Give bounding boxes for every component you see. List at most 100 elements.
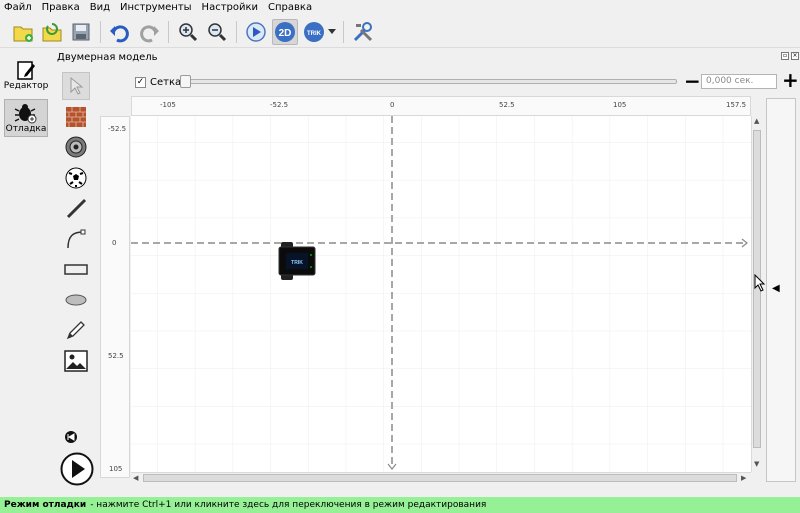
- pencil-icon: [66, 321, 85, 340]
- horizontal-scroll-thumb[interactable]: [143, 474, 737, 482]
- trik-robot[interactable]: TRIK: [278, 242, 316, 280]
- cursor-icon: [70, 76, 84, 95]
- robot-label: TRIK: [291, 260, 303, 266]
- ball-skittle-icon: [65, 136, 87, 158]
- new-project-button[interactable]: [10, 19, 36, 45]
- pencil-tool[interactable]: [62, 316, 90, 344]
- wall-tool[interactable]: [62, 103, 90, 131]
- horizontal-scrollbar[interactable]: ◀ ▶: [131, 472, 751, 483]
- grid-checkbox[interactable]: ✓: [135, 76, 146, 88]
- speed-slider-handle[interactable]: [180, 75, 191, 88]
- open-button[interactable]: [39, 19, 65, 45]
- panel-controls: ▫ ×: [781, 52, 799, 60]
- ruler-tick: 0: [112, 239, 117, 247]
- save-button[interactable]: [68, 19, 94, 45]
- reset-button[interactable]: [65, 431, 77, 446]
- element-palette: [62, 72, 94, 372]
- debug-mode-button[interactable]: Отладка: [4, 99, 48, 137]
- ruler-tick: -52.5: [270, 101, 289, 109]
- grid-toggle[interactable]: ✓ Сетка: [135, 74, 181, 90]
- toolbar-separator: [100, 20, 101, 43]
- play-button[interactable]: [60, 452, 94, 489]
- save-icon: [72, 23, 90, 40]
- zoom-in-canvas-button[interactable]: +: [782, 70, 799, 90]
- ruler-tick: -52.5: [108, 125, 127, 133]
- mode-dock: Редактор Отладка: [2, 55, 50, 495]
- scroll-right-icon[interactable]: ▶: [741, 474, 746, 482]
- float-panel-button[interactable]: ▫: [781, 52, 789, 60]
- scroll-up-icon[interactable]: ▲: [754, 117, 759, 125]
- curve-icon: [67, 229, 86, 248]
- rectangle-tool[interactable]: [62, 255, 90, 283]
- playback-controls: [60, 428, 96, 488]
- rewind-icon: [65, 431, 77, 443]
- new-project-icon: [13, 26, 33, 42]
- ruler-tick: 52.5: [108, 352, 124, 360]
- curve-tool[interactable]: [62, 225, 90, 253]
- ruler-tick: 105: [613, 101, 627, 109]
- menu-edit[interactable]: Правка: [42, 1, 80, 15]
- scene-canvas[interactable]: TRIK: [131, 116, 751, 472]
- zoom-out-canvas-button[interactable]: −: [684, 71, 701, 91]
- toolbar-separator: [236, 20, 237, 43]
- robot-dropdown-button[interactable]: [327, 19, 337, 45]
- mouse-cursor-icon: [754, 274, 766, 292]
- status-hint: - нажмите Ctrl+1 или кликните здесь для …: [90, 500, 487, 510]
- scroll-left-icon[interactable]: ◀: [133, 474, 138, 482]
- undo-button[interactable]: [107, 19, 133, 45]
- expand-panel-arrow-icon[interactable]: ◀: [772, 283, 780, 294]
- line-icon: [66, 198, 87, 219]
- trik-robot-button[interactable]: TRIK: [301, 19, 327, 45]
- toolbar-separator: [343, 20, 344, 43]
- ball-tool[interactable]: [62, 164, 90, 192]
- redo-icon: [140, 24, 159, 42]
- bug-icon: [14, 104, 37, 124]
- debug-mode-label: Отладка: [5, 124, 47, 134]
- menu-tools[interactable]: Инструменты: [120, 1, 192, 15]
- zoom-in-button[interactable]: [175, 19, 201, 45]
- menu-settings[interactable]: Настройки: [202, 1, 258, 15]
- skittle-tool[interactable]: [62, 133, 90, 161]
- tools-button[interactable]: [350, 19, 376, 45]
- wall-icon: [66, 106, 86, 127]
- menu-file[interactable]: Файл: [4, 1, 32, 15]
- zoom-in-icon: [179, 22, 198, 41]
- mode-2d-button[interactable]: 2D: [272, 18, 298, 45]
- image-tool[interactable]: [62, 347, 90, 375]
- ruler-tick: 0: [390, 101, 395, 109]
- run-button[interactable]: [243, 19, 269, 45]
- editor-mode-label: Редактор: [3, 81, 49, 91]
- scroll-down-icon[interactable]: ▼: [754, 460, 759, 468]
- menu-view[interactable]: Вид: [90, 1, 110, 15]
- undo-icon: [110, 24, 129, 42]
- mode-2d-text: 2D: [279, 28, 292, 39]
- play-icon: [60, 452, 94, 486]
- redo-button[interactable]: [136, 19, 162, 45]
- speed-slider-track[interactable]: [182, 79, 677, 84]
- grid-label: Сетка: [150, 76, 182, 88]
- editor-mode-button[interactable]: Редактор: [4, 57, 48, 95]
- close-panel-button[interactable]: ×: [791, 52, 799, 60]
- cursor-tool[interactable]: [62, 72, 90, 100]
- vertical-scrollbar[interactable]: ▲ ▼: [751, 116, 762, 472]
- ruler-tick: 105: [109, 465, 123, 473]
- panel-title: Двумерная модель: [57, 52, 158, 63]
- run-icon: [246, 21, 266, 42]
- left-ruler: -52.5 0 52.5 105: [100, 116, 130, 478]
- trik-icon-text: TRIK: [307, 31, 322, 37]
- zoom-out-button[interactable]: [204, 19, 230, 45]
- menu-bar: Файл Правка Вид Инструменты Настройки Сп…: [0, 0, 800, 16]
- status-bar[interactable]: Режим отладки - нажмите Ctrl+1 или кликн…: [0, 497, 800, 513]
- ellipse-tool[interactable]: [62, 286, 90, 314]
- line-tool[interactable]: [62, 194, 90, 222]
- status-mode: Режим отладки: [4, 500, 87, 510]
- menu-help[interactable]: Справка: [268, 1, 312, 15]
- ruler-tick: 52.5: [499, 101, 515, 109]
- ruler-tick: 157.5: [726, 101, 747, 109]
- ball-icon: [65, 167, 87, 188]
- toolbar-separator: [168, 20, 169, 43]
- ellipse-icon: [65, 294, 87, 305]
- trik-robot-icon: TRIK: [304, 21, 324, 42]
- image-icon: [64, 349, 88, 372]
- dropdown-arrow-icon: [328, 28, 336, 34]
